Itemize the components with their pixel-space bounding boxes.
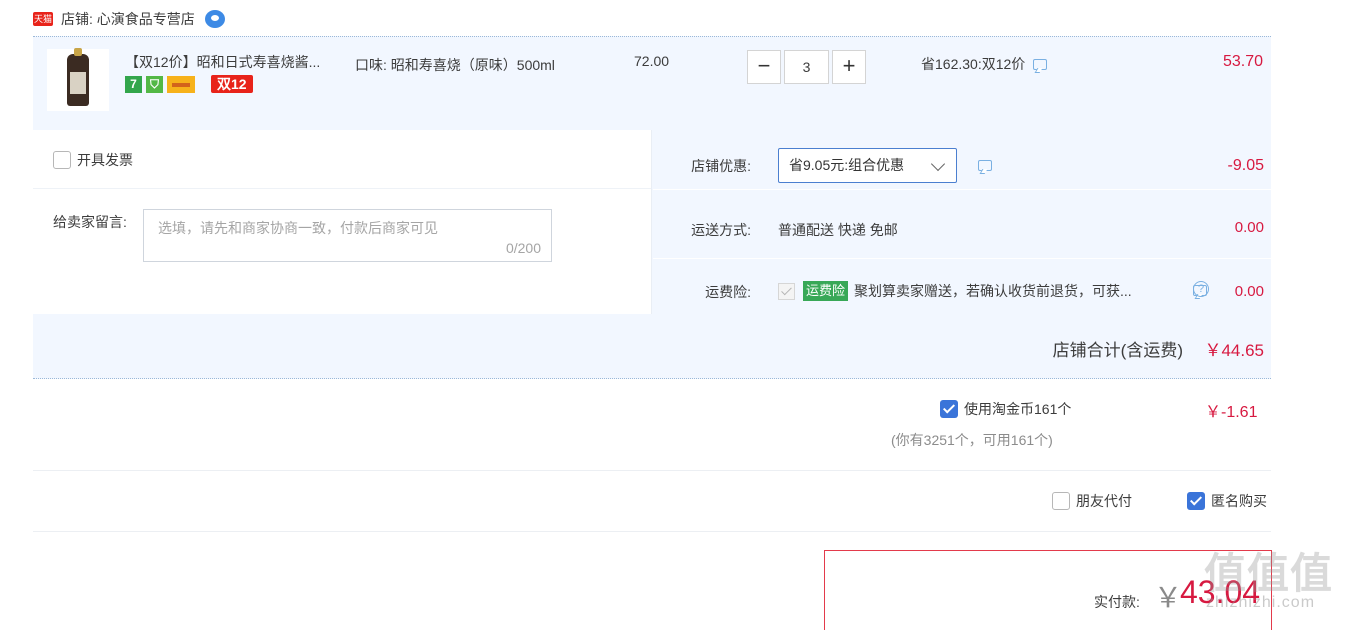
coupon-select[interactable]: 省9.05元:组合优惠: [778, 148, 957, 183]
order-options-left: 开具发票 给卖家留言: 选填，请先和商家协商一致，付款后商家可见 0/200: [33, 130, 652, 314]
product-sku: 口味: 昭和寿喜烧（原味）500ml: [355, 57, 555, 73]
invoice-checkbox[interactable]: [53, 151, 71, 169]
product-title[interactable]: 【双12价】昭和日式寿喜烧酱...: [125, 52, 340, 72]
invoice-option[interactable]: 开具发票: [53, 150, 133, 170]
shop-name[interactable]: 店铺: 心演食品专营店: [61, 9, 195, 29]
item-saving-text: 省162.30:双12价: [921, 56, 1026, 72]
coins-option[interactable]: 使用淘金币161个: [940, 399, 1071, 419]
pay-label: 实付款:: [1094, 594, 1140, 610]
shop-header: 天猫 店铺: 心演食品专营店: [33, 6, 225, 32]
double12-badge: 双12: [211, 75, 253, 93]
coins-label: 使用淘金币161个: [964, 401, 1072, 417]
message-icon[interactable]: [978, 160, 992, 171]
insurance-text: 聚划算卖家赠送，若确认收货前退货，可获...: [854, 283, 1132, 299]
quantity-increase-button[interactable]: +: [832, 50, 866, 84]
item-saving: 省162.30:双12价: [921, 54, 1048, 74]
wangwang-chat-icon[interactable]: [204, 10, 225, 28]
help-icon[interactable]: ?: [1193, 281, 1209, 297]
order-options-panel: 开具发票 给卖家留言: 选填，请先和商家协商一致，付款后商家可见 0/200 店…: [33, 130, 1271, 314]
shop-total-value: ￥44.65: [1204, 341, 1264, 360]
pay-currency: ￥: [1154, 582, 1183, 613]
product-badges: 7 ⛉ 双12: [125, 75, 253, 93]
insurance-checkbox: [778, 282, 795, 300]
coupon-amount: -9.05: [1227, 157, 1264, 174]
shop-total-row: 店铺合计(含运费) ￥44.65: [33, 314, 1271, 379]
insurance-amount: 0.00: [1234, 283, 1264, 300]
memo-placeholder: 选填，请先和商家协商一致，付款后商家可见: [158, 220, 438, 236]
item-subtotal: 53.70: [1222, 53, 1263, 70]
anonymous-option[interactable]: 匿名购买: [1187, 491, 1267, 511]
quantity-decrease-button[interactable]: −: [747, 50, 781, 84]
insurance-option: 运费险 聚划算卖家赠送，若确认收货前退货，可获...: [778, 281, 1132, 301]
divider: [653, 189, 1271, 190]
anonymous-checkbox[interactable]: [1187, 492, 1205, 510]
friend-pay-option[interactable]: 朋友代付: [1052, 491, 1132, 511]
watermark-logo: 值值值: [1204, 550, 1334, 597]
guarantee-icon: ⛉: [146, 75, 163, 93]
tmall-logo-icon: 天猫: [33, 12, 53, 26]
memo-char-count: 0/200: [505, 240, 541, 256]
watermark-url: zhizhizhi.com: [1206, 594, 1316, 611]
divider: [33, 470, 1271, 471]
credit-card-icon: [167, 75, 195, 93]
cart-item-row: 【双12价】昭和日式寿喜烧酱... 7 ⛉ 双12 口味: 昭和寿喜烧（原味）5…: [33, 36, 1271, 130]
seller-memo-input[interactable]: 选填，请先和商家协商一致，付款后商家可见 0/200: [143, 209, 552, 262]
seven-day-return-icon: 7: [125, 75, 142, 93]
coupon-label: 店铺优惠:: [691, 158, 751, 174]
divider: [33, 531, 1271, 532]
invoice-label: 开具发票: [77, 152, 133, 168]
divider: [33, 188, 651, 189]
quantity-input[interactable]: 3: [784, 50, 829, 84]
shipping-label: 运送方式:: [691, 222, 751, 238]
unit-price: 72.00: [634, 53, 670, 69]
friend-pay-checkbox[interactable]: [1052, 492, 1070, 510]
coins-checkbox[interactable]: [940, 400, 958, 418]
divider: [653, 258, 1271, 259]
insurance-label: 运费险:: [705, 284, 751, 300]
coupon-value: 省9.05元:组合优惠: [789, 157, 905, 173]
shipping-amount: 0.00: [1234, 219, 1264, 236]
message-icon[interactable]: [1033, 58, 1048, 70]
shop-total-label: 店铺合计(含运费): [1052, 341, 1183, 360]
shipping-method: 普通配送 快递 免邮: [778, 222, 898, 238]
memo-label: 给卖家留言:: [53, 214, 127, 230]
anonymous-label: 匿名购买: [1211, 493, 1267, 509]
coins-note: (你有3251个，可用161个): [891, 432, 1053, 448]
bottle-icon: [67, 48, 89, 106]
chevron-down-icon: [930, 156, 946, 172]
insurance-badge: 运费险: [803, 281, 849, 301]
coins-value: ￥-1.61: [1205, 404, 1258, 421]
product-thumbnail[interactable]: [47, 48, 109, 111]
quantity-stepper: − 3 +: [747, 50, 866, 84]
friend-pay-label: 朋友代付: [1076, 493, 1132, 509]
